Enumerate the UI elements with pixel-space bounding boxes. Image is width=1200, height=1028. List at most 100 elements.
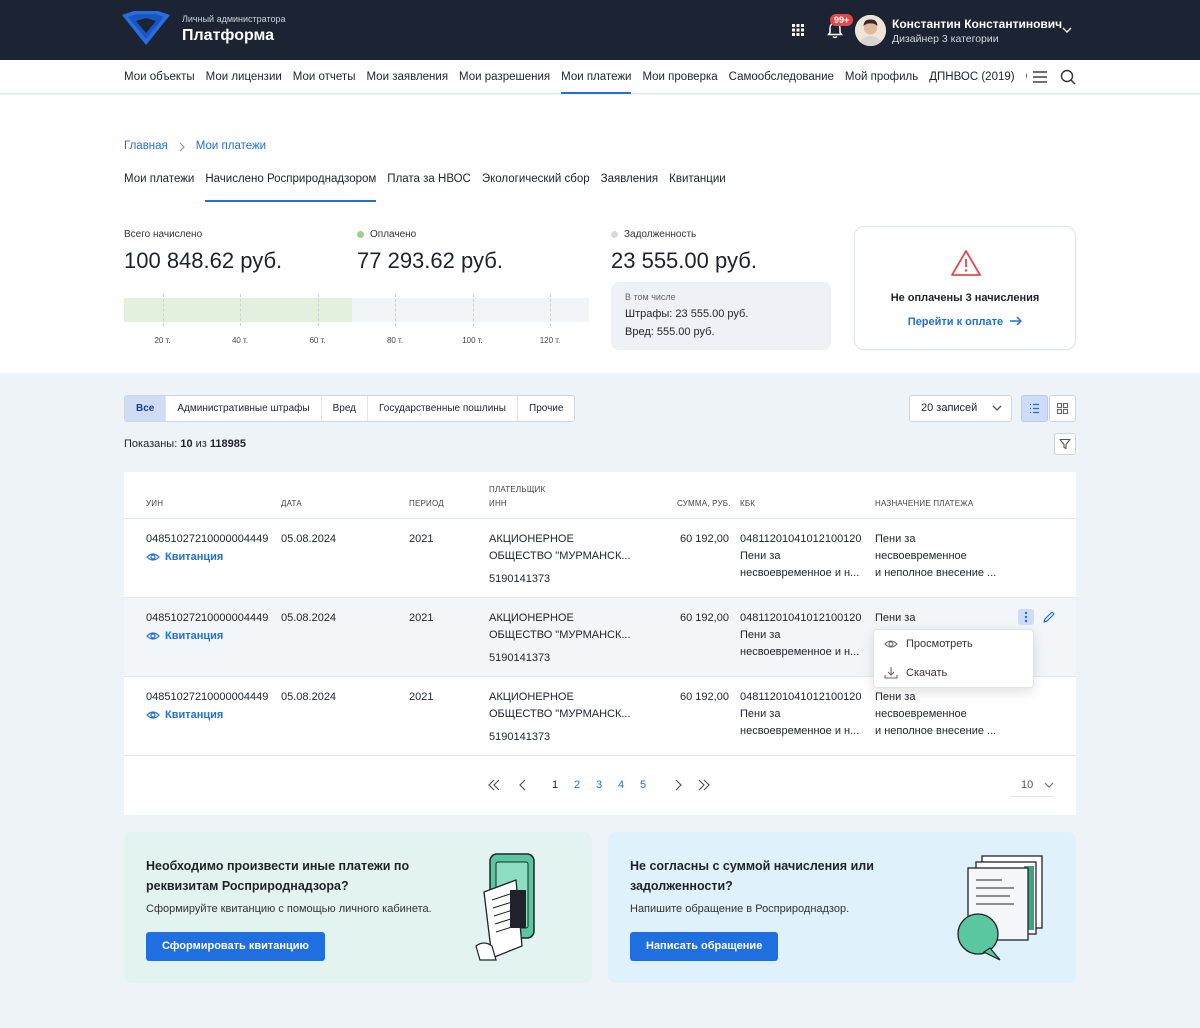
prev-page-icon[interactable] bbox=[517, 779, 529, 791]
cell-kbk-line2: Пени за bbox=[740, 550, 781, 562]
sub-tabs: Мои платежи Начислено Росприроднадзором Пл… bbox=[124, 173, 737, 203]
nav-item[interactable]: Мои отчеты bbox=[293, 60, 367, 94]
sub-tab[interactable]: Квитанции bbox=[669, 173, 737, 203]
cell-inn: 5190141373 bbox=[489, 652, 551, 664]
page-size-select[interactable]: 10 bbox=[1010, 773, 1054, 797]
write-appeal-button[interactable]: Написать обращение bbox=[630, 932, 779, 961]
col-header-uin[interactable]: УИН bbox=[146, 499, 163, 508]
nav-item[interactable]: Мои заявления bbox=[366, 60, 459, 94]
cell-purpose-line2: несвоевременное bbox=[875, 708, 967, 720]
first-page-icon[interactable] bbox=[488, 779, 500, 791]
sub-tab[interactable]: Экологический сбор bbox=[482, 173, 601, 203]
filter-chip[interactable]: Прочие bbox=[518, 396, 574, 421]
apps-grid-icon[interactable] bbox=[792, 24, 804, 36]
cell-inn: 5190141373 bbox=[489, 573, 551, 585]
table-bottom-border bbox=[124, 755, 1076, 756]
cell-purpose-line1: Пени за bbox=[875, 533, 916, 545]
next-page-icon[interactable] bbox=[672, 779, 684, 791]
nav-item[interactable]: Мои проверка bbox=[642, 60, 728, 94]
breadcrumb-home[interactable]: Главная bbox=[124, 140, 168, 153]
nav-item[interactable]: Мой профиль bbox=[845, 60, 929, 94]
menu-item-download[interactable]: Скачать bbox=[884, 667, 947, 679]
cell-purpose-line3: и неполное внесение ... bbox=[875, 567, 997, 579]
main-nav: Мои объекты Мои лицензии Мои отчеты Мои зая… bbox=[0, 60, 1200, 94]
row-actions-button[interactable] bbox=[1018, 609, 1034, 625]
nav-item[interactable]: Мои разрешения bbox=[459, 60, 561, 94]
sub-tab[interactable]: Мои платежи bbox=[124, 173, 205, 203]
shown-prefix: Показаны: bbox=[124, 438, 181, 450]
shown-middle: из bbox=[192, 438, 210, 450]
sub-tab[interactable]: Начислено Росприроднадзором bbox=[205, 173, 387, 203]
receipt-link[interactable]: Квитанция bbox=[146, 709, 223, 721]
cell-kbk-code: 04811201041012100120 bbox=[740, 612, 862, 624]
cell-payer-line2: ОБЩЕСТВО "МУРМАНСК... bbox=[489, 550, 631, 562]
chevron-down-icon bbox=[992, 405, 1002, 411]
brand-subtitle: Личный администратора bbox=[182, 14, 286, 24]
page-number[interactable]: 5 bbox=[640, 779, 646, 791]
chevron-down-icon bbox=[1044, 782, 1054, 788]
menu-item-view[interactable]: Просмотреть bbox=[884, 638, 973, 650]
stat-debt-value: 23 555.00 руб. bbox=[611, 248, 757, 273]
user-role: Дизайнер 3 категории bbox=[892, 33, 999, 45]
row-actions-menu: Просмотреть Скачать bbox=[873, 629, 1034, 688]
table-row[interactable]: 04851027210000004449 05.08.2024 2021 АКЦИОН… bbox=[124, 518, 1076, 597]
grid-view-toggle[interactable] bbox=[1049, 395, 1076, 422]
col-header-period[interactable]: Период bbox=[409, 499, 444, 508]
chevron-down-icon[interactable] bbox=[1062, 26, 1072, 34]
cell-uin: 04851027210000004449 bbox=[146, 691, 269, 703]
search-icon[interactable] bbox=[1060, 69, 1076, 85]
cell-date: 05.08.2024 bbox=[281, 533, 337, 545]
nav-item[interactable]: Мои платежи bbox=[561, 60, 642, 94]
create-receipt-button[interactable]: Сформировать квитанцию bbox=[146, 932, 325, 961]
col-header-date[interactable]: Дата bbox=[281, 499, 302, 508]
user-name[interactable]: Константин Константинович bbox=[892, 17, 1062, 31]
menu-icon[interactable] bbox=[1033, 71, 1047, 83]
page-number[interactable]: 2 bbox=[574, 779, 580, 791]
nav-item[interactable]: Мои объекты bbox=[124, 60, 206, 94]
filter-chip[interactable]: Все bbox=[125, 396, 167, 421]
paid-dot bbox=[357, 231, 364, 238]
nav-item[interactable]: Справочник bbox=[1026, 60, 1027, 94]
progress-tick-label: 120 т. bbox=[539, 336, 561, 345]
page-number[interactable]: 3 bbox=[596, 779, 602, 791]
top-bar: Личный администратора Платформа 99+ Конс… bbox=[0, 0, 1200, 60]
debt-dot bbox=[611, 231, 618, 238]
edit-pencil-icon[interactable] bbox=[1042, 610, 1056, 624]
col-header-inn[interactable]: ИНН bbox=[489, 499, 507, 508]
nav-item[interactable]: ДПНВОС (2019) bbox=[929, 60, 1025, 94]
nav-item[interactable]: Мои лицензии bbox=[206, 60, 293, 94]
receipt-link[interactable]: Квитанция bbox=[146, 551, 223, 563]
unpaid-alert-title: Не оплачены 3 начисления bbox=[890, 292, 1040, 304]
sub-tab[interactable]: Заявления bbox=[601, 173, 670, 203]
stat-paid-label: Оплачено bbox=[357, 229, 416, 240]
chevron-right-icon bbox=[179, 142, 185, 152]
col-header-purpose[interactable]: Назначение платежа bbox=[875, 499, 973, 508]
go-to-payment-link[interactable]: Перейти к оплате bbox=[855, 316, 1075, 328]
filter-button[interactable] bbox=[1054, 433, 1076, 455]
last-page-icon[interactable] bbox=[698, 779, 710, 791]
cell-date: 05.08.2024 bbox=[281, 612, 337, 624]
stat-total-value: 100 848.62 руб. bbox=[124, 248, 283, 273]
brand-title[interactable]: Платформа bbox=[182, 27, 274, 45]
page-number[interactable]: 1 bbox=[552, 779, 558, 791]
nav-item[interactable]: Самообследование bbox=[729, 60, 845, 94]
filter-chip[interactable]: Вред bbox=[322, 396, 369, 421]
cell-kbk-line3: несвоевременное и н... bbox=[740, 567, 860, 579]
list-view-toggle[interactable] bbox=[1021, 395, 1048, 422]
breadcrumb-current[interactable]: Мои платежи bbox=[196, 140, 266, 153]
cell-purpose-line1: Пени за bbox=[875, 612, 916, 624]
page-number[interactable]: 4 bbox=[618, 779, 624, 791]
filter-chip[interactable]: Государственные пошлины bbox=[368, 396, 518, 421]
col-header-kbk[interactable]: КБК bbox=[740, 499, 755, 508]
receipt-link-label: Квитанция bbox=[165, 630, 224, 642]
receipt-link[interactable]: Квитанция bbox=[146, 630, 223, 642]
records-per-page-select[interactable]: 20 записей bbox=[909, 395, 1012, 422]
logo-shield-icon[interactable] bbox=[120, 9, 172, 47]
col-header-sum[interactable]: Сумма, руб. bbox=[677, 499, 731, 508]
avatar[interactable] bbox=[855, 15, 886, 46]
go-to-payment-label: Перейти к оплате bbox=[907, 316, 1004, 328]
sub-tab[interactable]: Плата за НВОС bbox=[387, 173, 482, 203]
menu-item-view-label: Просмотреть bbox=[906, 638, 973, 650]
col-header-payer[interactable]: Плательщик bbox=[489, 485, 545, 494]
filter-chip[interactable]: Административные штрафы bbox=[166, 396, 322, 421]
